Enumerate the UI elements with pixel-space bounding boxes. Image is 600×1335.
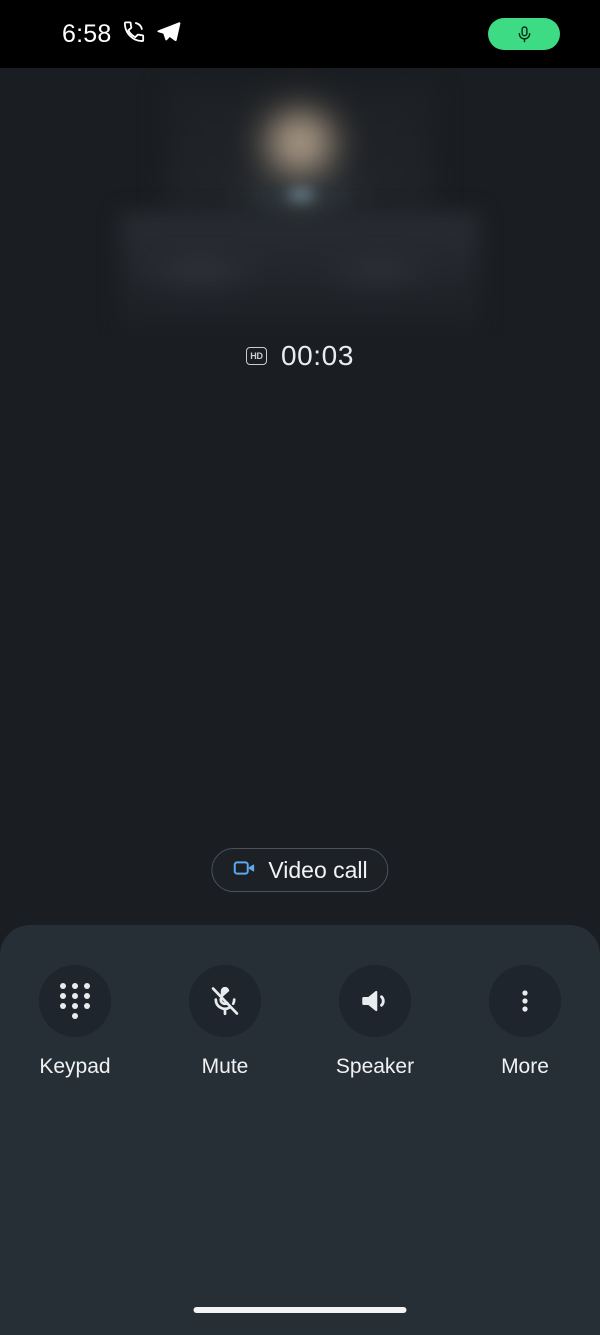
callee-identity-area: HD 00:03 [0, 68, 600, 371]
call-controls-panel: Keypad Mute Speaker More [0, 925, 600, 1335]
speaker-button[interactable] [339, 965, 411, 1037]
mute-label: Mute [201, 1055, 249, 1078]
video-call-label: Video call [268, 856, 368, 883]
call-status-row: HD 00:03 [0, 340, 600, 372]
hd-badge-label: HD [250, 350, 263, 361]
microphone-icon [518, 25, 530, 42]
keypad-label: Keypad [39, 1055, 111, 1078]
microphone-privacy-indicator [488, 18, 560, 50]
dialpad-icon [60, 983, 90, 1019]
more-vertical-icon [522, 990, 528, 1012]
mute-button[interactable] [189, 965, 261, 1037]
control-more[interactable]: More [450, 965, 600, 1079]
speaker-label: Speaker [335, 1055, 415, 1078]
call-controls-row: Keypad Mute Speaker More [0, 965, 600, 1079]
control-speaker[interactable]: Speaker [300, 965, 450, 1079]
video-call-button[interactable]: Video call [211, 848, 389, 892]
status-bar-left: 6:58 [62, 19, 181, 49]
control-keypad[interactable]: Keypad [0, 965, 150, 1079]
gesture-home-indicator[interactable] [193, 1307, 407, 1313]
microphone-off-icon [211, 986, 239, 1016]
contact-name-blurred [121, 213, 479, 335]
control-mute[interactable]: Mute [150, 965, 300, 1079]
video-camera-icon [232, 856, 256, 885]
more-label: More [501, 1055, 549, 1078]
keypad-button[interactable] [39, 965, 111, 1037]
status-bar: 6:58 [0, 0, 600, 68]
more-button[interactable] [489, 965, 561, 1037]
hd-quality-badge: HD [245, 347, 267, 365]
speaker-volume-icon [362, 990, 385, 1012]
telegram-icon [156, 19, 181, 49]
phone-call-icon [122, 20, 145, 48]
call-timer: 00:03 [280, 340, 355, 371]
avatar-blur-wrapper [0, 68, 600, 338]
status-clock: 6:58 [62, 19, 112, 48]
phone-call-screen: 6:58 HD 00:03 Video call Keypad Mute Spe… [0, 0, 600, 1335]
